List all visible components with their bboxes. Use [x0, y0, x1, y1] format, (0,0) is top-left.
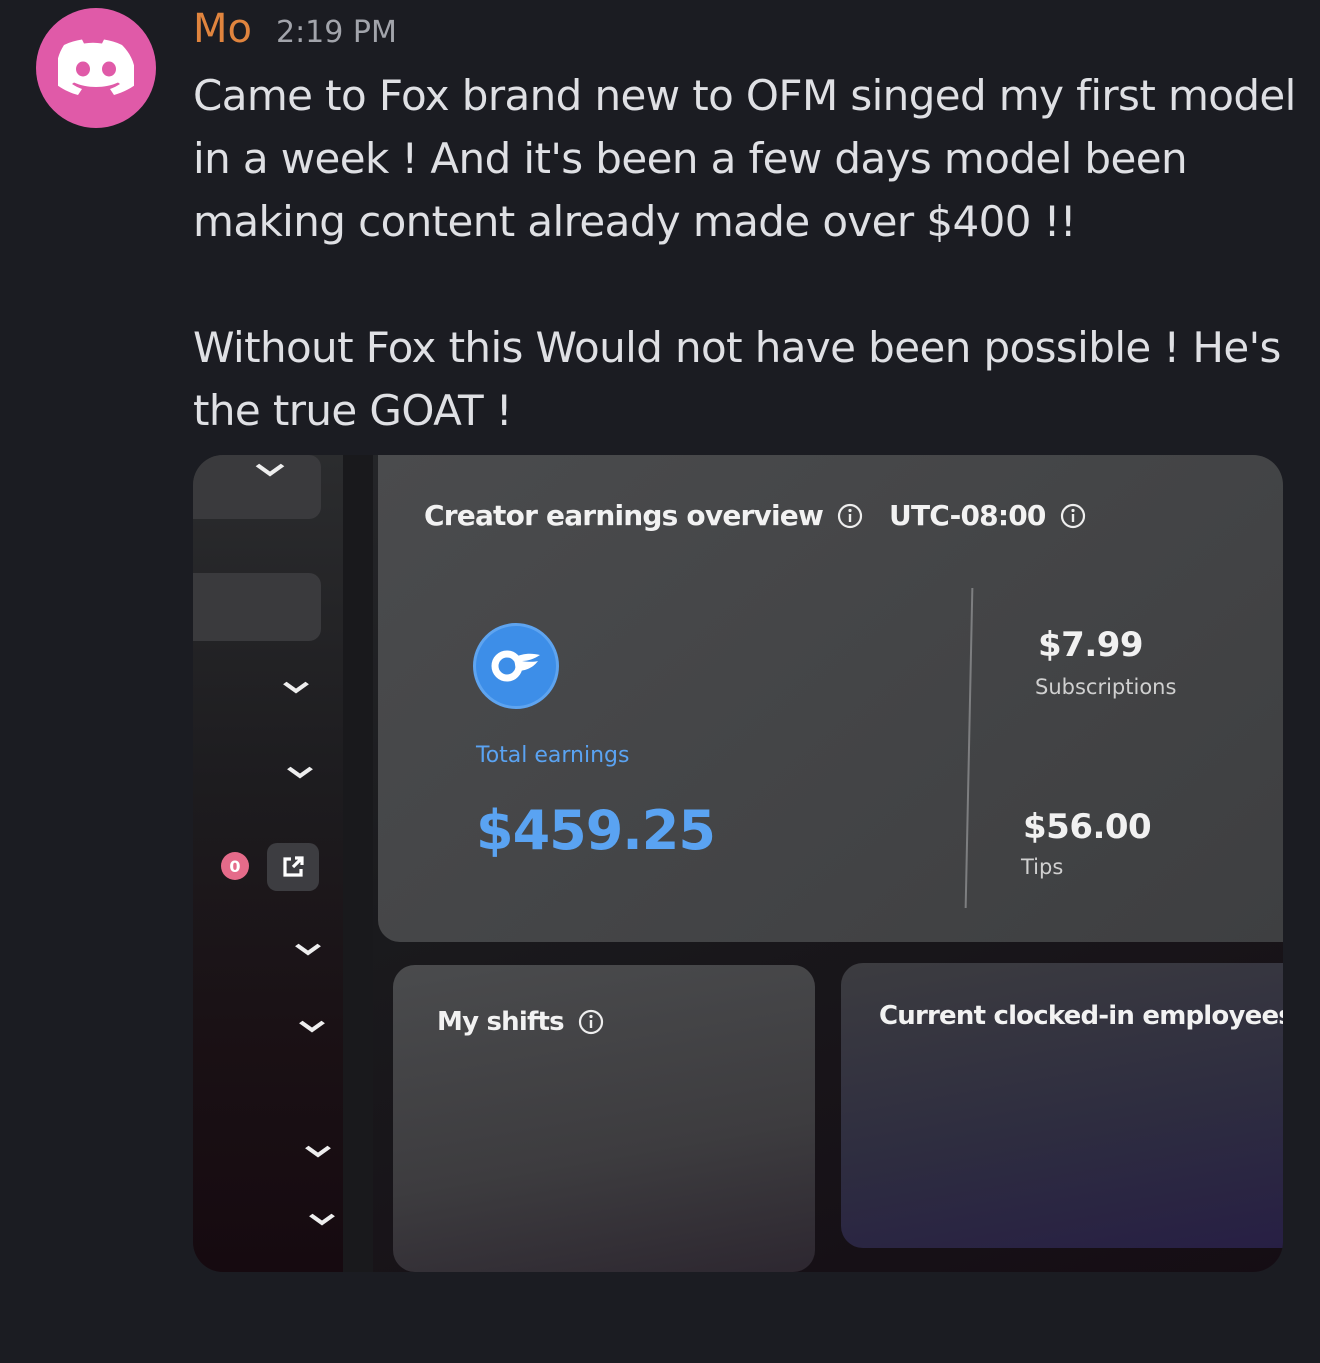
panel-header: My shifts — [437, 1007, 604, 1037]
timezone-label[interactable]: UTC-08:00 — [889, 499, 1046, 532]
tips-value: $56.00 — [1023, 807, 1152, 847]
chevron-down-icon[interactable] — [303, 1145, 334, 1159]
onlyfans-logo-icon — [473, 623, 559, 709]
image-attachment[interactable]: 0 Creator earnings overview UTC-08:00 To… — [193, 455, 1283, 1272]
sidebar-divider — [343, 455, 373, 1272]
total-earnings-value: $459.25 — [476, 799, 716, 862]
message-line: in a week ! And it's been a few days mod… — [193, 134, 1188, 183]
external-link-button[interactable] — [267, 843, 319, 891]
message-line: the true GOAT ! — [193, 386, 513, 435]
notification-badge: 0 — [221, 852, 249, 880]
panel-title: Creator earnings overview — [424, 499, 824, 532]
creator-earnings-panel: Creator earnings overview UTC-08:00 Tota… — [378, 455, 1283, 942]
chevron-down-icon[interactable] — [285, 766, 316, 780]
total-earnings-label: Total earnings — [476, 743, 630, 768]
chevron-down-icon[interactable] — [281, 681, 312, 695]
username[interactable]: Mo — [193, 6, 252, 52]
chevron-down-icon[interactable] — [307, 1213, 338, 1227]
clocked-in-employees-panel: Current clocked-in employees — [841, 963, 1283, 1248]
subscriptions-label: Subscriptions — [1035, 675, 1177, 699]
info-icon[interactable] — [1060, 503, 1086, 529]
sidebar-block — [193, 573, 321, 641]
my-shifts-panel: My shifts — [393, 965, 815, 1272]
chat-message: Mo 2:19 PM Came to Fox brand new to OFM … — [0, 0, 1320, 1363]
divider — [964, 588, 974, 908]
message-line: making content already made over $400 !! — [193, 197, 1077, 246]
chevron-down-icon[interactable] — [255, 463, 286, 477]
panel-title: My shifts — [437, 1007, 565, 1037]
subscriptions-value: $7.99 — [1038, 625, 1144, 665]
message-line: Came to Fox brand new to OFM singed my f… — [193, 71, 1296, 120]
info-icon[interactable] — [837, 503, 863, 529]
message-body: Came to Fox brand new to OFM singed my f… — [193, 64, 1303, 442]
panel-title: Current clocked-in employees — [879, 1001, 1283, 1031]
chevron-down-icon[interactable] — [293, 943, 324, 957]
timestamp: 2:19 PM — [275, 15, 397, 50]
avatar[interactable] — [36, 8, 156, 128]
message-header: Mo 2:19 PM — [193, 6, 397, 52]
panel-header: Current clocked-in employees — [879, 1001, 1283, 1031]
info-icon[interactable] — [578, 1009, 604, 1035]
chevron-down-icon[interactable] — [297, 1020, 328, 1034]
external-link-icon — [283, 856, 304, 877]
tips-label: Tips — [1021, 855, 1064, 879]
message-line: Without Fox this Would not have been pos… — [193, 323, 1281, 372]
discord-logo-icon — [58, 39, 134, 95]
panel-header: Creator earnings overview UTC-08:00 — [424, 499, 1086, 532]
